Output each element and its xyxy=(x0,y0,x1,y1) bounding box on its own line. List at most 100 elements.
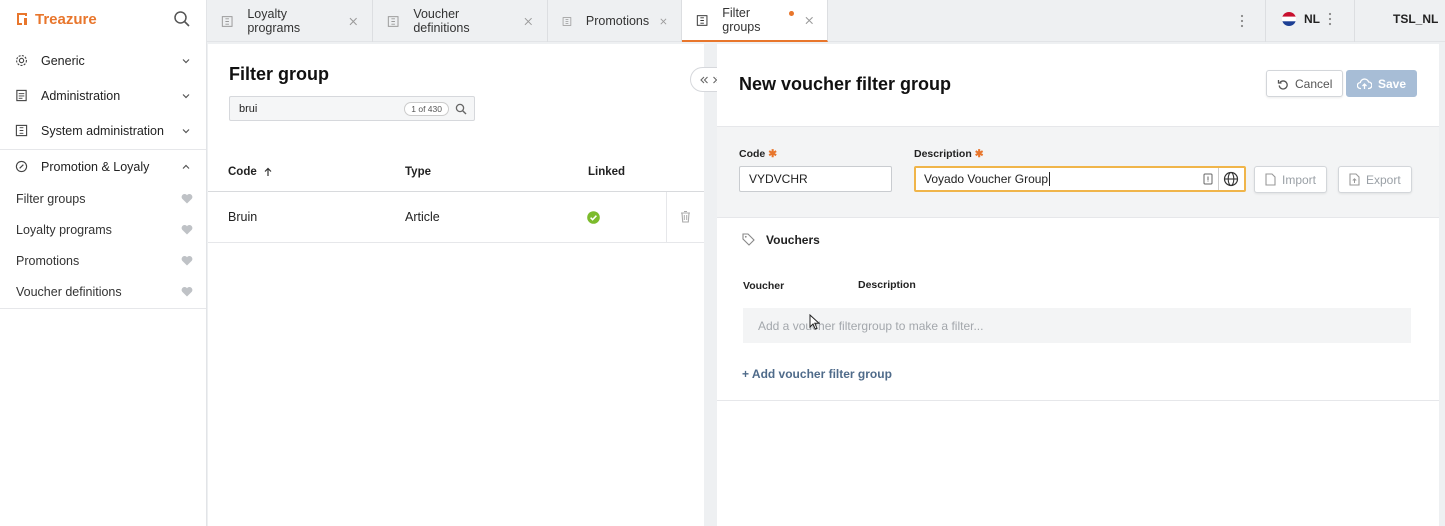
close-icon[interactable] xyxy=(524,17,533,26)
heart-icon[interactable] xyxy=(181,224,193,235)
chevron-down-icon xyxy=(182,58,190,63)
description-field[interactable]: Voyado Voucher Group xyxy=(914,166,1246,192)
divider xyxy=(1218,168,1219,190)
sidebar-item-promotion-loyalty[interactable]: Promotion & Loyaly xyxy=(0,149,206,184)
system-icon xyxy=(387,15,399,27)
tenant-selector[interactable]: TSL_NL xyxy=(1393,11,1445,27)
column-label: Code xyxy=(228,166,257,178)
code-field[interactable]: VYDVCHR xyxy=(739,166,892,192)
tab-label: Filter groups xyxy=(722,6,761,34)
chevrons-left-icon[interactable] xyxy=(699,75,709,85)
code-label: Code ✱ xyxy=(739,148,778,160)
sidebar-subitem-label: Loyalty programs xyxy=(16,222,112,237)
column-header-type[interactable]: Type xyxy=(405,166,431,178)
tenant-code: TSL_NL xyxy=(1393,12,1439,26)
treazure-logo-icon xyxy=(17,13,27,25)
cloud-upload-icon xyxy=(1357,77,1372,89)
brand-name: Treazure xyxy=(35,10,97,28)
netherlands-flag-icon xyxy=(1282,12,1296,26)
form-title: New voucher filter group xyxy=(739,74,952,94)
description-label: Description ✱ xyxy=(914,148,984,160)
close-icon[interactable] xyxy=(349,17,358,26)
form-panel: New voucher filter group Cancel Save Cod… xyxy=(717,44,1439,526)
sidebar-item-label: System administration xyxy=(41,123,164,138)
tab-filter-groups[interactable]: Filter groups xyxy=(682,0,828,42)
sidebar-item-administration[interactable]: Administration xyxy=(0,78,206,113)
search-icon[interactable] xyxy=(455,103,467,115)
column-header-code[interactable]: Code xyxy=(228,166,273,178)
sidebar-subitem-filter-groups[interactable]: Filter groups xyxy=(0,183,206,214)
sidebar-subitem-label: Voucher definitions xyxy=(16,284,122,299)
divider xyxy=(0,308,206,309)
close-icon[interactable] xyxy=(805,16,813,25)
sidebar-item-system-administration[interactable]: System administration xyxy=(0,113,206,148)
system-icon xyxy=(562,16,572,26)
tag-icon xyxy=(742,233,755,246)
sidebar-subitem-loyalty-programs[interactable]: Loyalty programs xyxy=(0,214,206,245)
cell-type: Article xyxy=(405,210,440,224)
table-row[interactable]: Bruin Article xyxy=(208,192,704,243)
column-header-linked[interactable]: Linked xyxy=(588,166,625,178)
import-button[interactable]: Import xyxy=(1254,166,1328,193)
file-icon xyxy=(1265,173,1276,186)
export-label: Export xyxy=(1366,172,1401,187)
sidebar-item-label: Generic xyxy=(41,53,85,68)
result-count-badge: 1 of 430 xyxy=(404,101,449,116)
undo-icon xyxy=(1277,79,1288,90)
sidebar: Treazure Generic Administration System a… xyxy=(0,0,207,526)
cancel-button[interactable]: Cancel xyxy=(1266,70,1344,97)
add-voucher-filter-group-button[interactable]: + Add voucher filter group xyxy=(742,367,892,381)
sidebar-item-generic[interactable]: Generic xyxy=(0,43,206,78)
sidebar-item-label: Promotion & Loyaly xyxy=(41,159,150,174)
save-label: Save xyxy=(1378,76,1407,91)
column-header-voucher: Voucher xyxy=(743,280,785,292)
tab-label: Promotions xyxy=(585,14,650,28)
sidebar-subitem-voucher-definitions[interactable]: Voucher definitions xyxy=(0,276,206,307)
tab-promotions[interactable]: Promotions xyxy=(548,0,682,42)
divider xyxy=(717,400,1439,401)
tab-voucher-definitions[interactable]: Voucher definitions xyxy=(373,0,548,42)
sidebar-subitem-label: Promotions xyxy=(16,253,80,268)
divider xyxy=(666,192,667,242)
close-icon[interactable] xyxy=(660,17,667,26)
column-header-description: Description xyxy=(858,279,916,291)
more-options-icon[interactable] xyxy=(1328,12,1332,26)
empty-voucher-placeholder: Add a voucher filtergroup to make a filt… xyxy=(743,308,1411,343)
tab-loyalty-programs[interactable]: Loyalty programs xyxy=(207,0,373,42)
translate-box-icon[interactable] xyxy=(1203,173,1213,185)
brand-logo[interactable]: Treazure xyxy=(14,9,97,29)
search-input[interactable]: brui 1 of 430 xyxy=(229,96,475,121)
divider xyxy=(1354,0,1355,42)
gear-icon xyxy=(16,55,27,66)
chevron-down-icon xyxy=(182,128,190,133)
heart-icon[interactable] xyxy=(181,193,193,204)
search-value: brui xyxy=(239,102,258,115)
sidebar-subitem-promotions[interactable]: Promotions xyxy=(0,245,206,276)
cancel-label: Cancel xyxy=(1295,76,1333,91)
tab-label: Loyalty programs xyxy=(247,7,301,35)
promotion-icon xyxy=(15,160,28,173)
sidebar-subitem-label: Filter groups xyxy=(16,191,86,206)
unsaved-indicator xyxy=(788,10,794,16)
save-button[interactable]: Save xyxy=(1346,70,1418,97)
chevron-down-icon xyxy=(182,93,190,98)
tab-bar: Loyalty programs Voucher definitions Pro… xyxy=(207,0,1445,42)
heart-icon[interactable] xyxy=(181,286,193,297)
search-icon[interactable] xyxy=(173,10,191,28)
sidebar-item-label: Administration xyxy=(41,88,121,103)
language-selector[interactable]: NL xyxy=(1282,11,1332,27)
globe-icon[interactable] xyxy=(1223,171,1239,187)
more-options-icon[interactable] xyxy=(1240,14,1244,28)
cell-code: Bruin xyxy=(228,210,258,224)
export-button[interactable]: Export xyxy=(1338,166,1412,193)
document-icon xyxy=(16,89,27,102)
trash-icon[interactable] xyxy=(680,210,691,223)
list-title: Filter group xyxy=(229,64,329,84)
system-icon xyxy=(221,15,233,27)
heart-icon[interactable] xyxy=(181,255,193,266)
list-panel: Filter group brui 1 of 430 Code Type Lin… xyxy=(208,44,704,526)
vouchers-section-title: Vouchers xyxy=(766,233,820,247)
system-icon xyxy=(696,14,708,26)
file-export-icon xyxy=(1349,173,1360,186)
sort-ascending-icon[interactable] xyxy=(263,167,273,177)
